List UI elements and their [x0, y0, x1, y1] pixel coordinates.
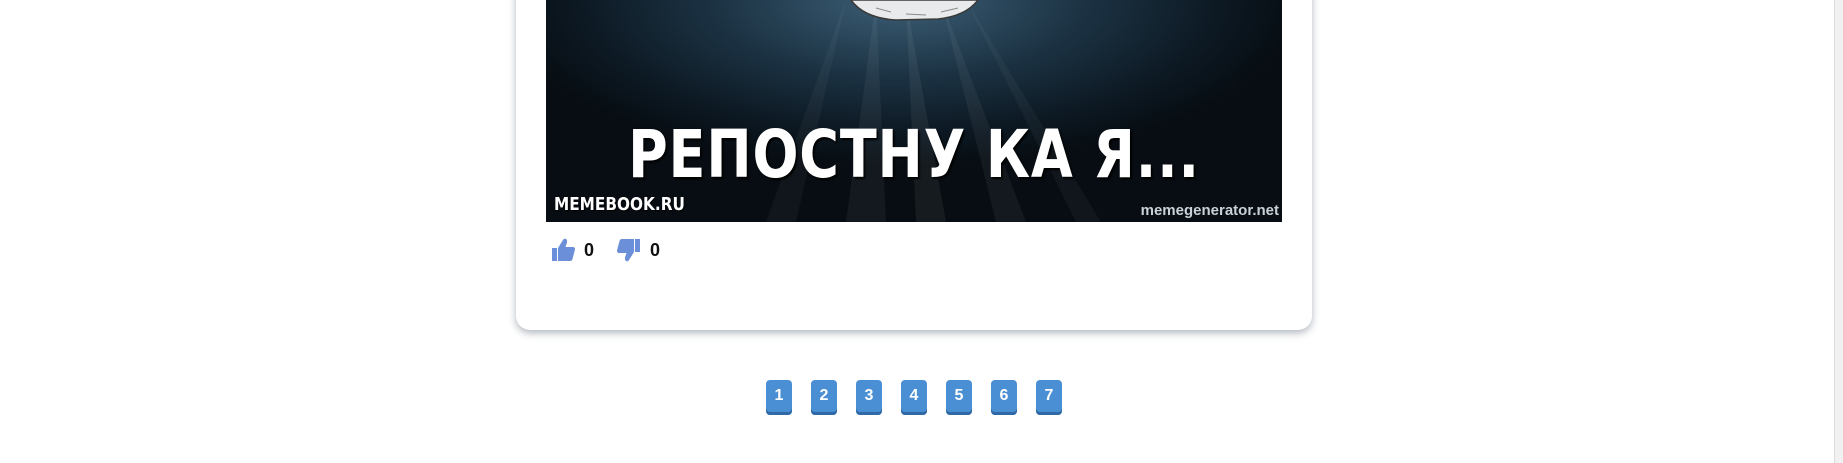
- page-button-4[interactable]: 4: [901, 380, 927, 415]
- post-card: РЕПОСТНУ КА Я... MEMEBOOK.RU memegenerat…: [516, 0, 1312, 330]
- meme-caption: РЕПОСТНУ КА Я...: [628, 116, 1200, 193]
- page-button-7[interactable]: 7: [1036, 380, 1062, 415]
- meme-watermark-left: MEMEBOOK.RU: [554, 194, 685, 215]
- page-button-6[interactable]: 6: [991, 380, 1017, 415]
- vote-bar: 0 0: [550, 232, 660, 268]
- dislike-button[interactable]: 0: [616, 237, 660, 263]
- thumbs-up-icon: [552, 238, 575, 261]
- like-button[interactable]: 0: [550, 237, 594, 263]
- dislike-count: 0: [650, 239, 661, 260]
- page-button-2[interactable]: 2: [811, 380, 837, 415]
- page-button-1[interactable]: 1: [766, 380, 792, 415]
- meme-watermark-right: memegenerator.net: [1140, 202, 1279, 219]
- thumbs-down-icon: [617, 239, 641, 262]
- pagination: 1 2 3 4 5 6 7: [766, 380, 1062, 415]
- vertical-scrollbar[interactable]: [1834, 0, 1843, 463]
- page-button-5[interactable]: 5: [946, 380, 972, 415]
- page-button-3[interactable]: 3: [856, 380, 882, 415]
- like-count: 0: [584, 239, 595, 260]
- meme-image[interactable]: РЕПОСТНУ КА Я... MEMEBOOK.RU memegenerat…: [546, 0, 1282, 222]
- page: РЕПОСТНУ КА Я... MEMEBOOK.RU memegenerat…: [0, 0, 1843, 463]
